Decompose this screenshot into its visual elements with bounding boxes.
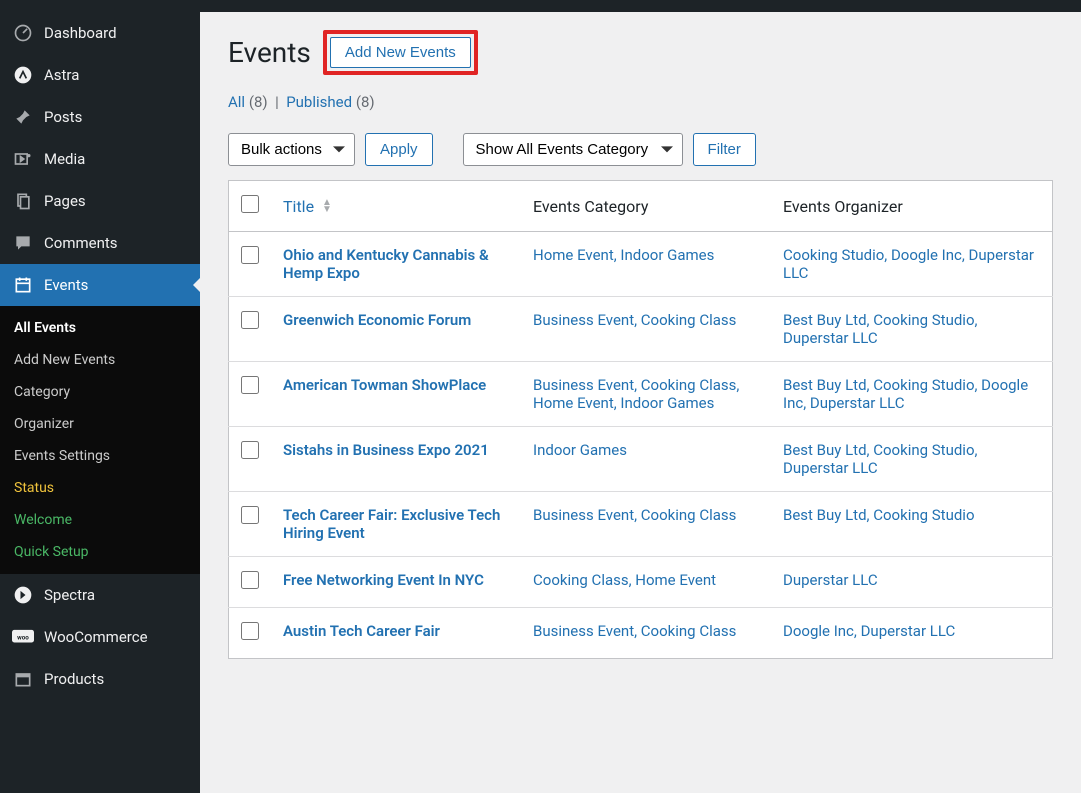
category-filter-select[interactable]: Show All Events Category <box>463 133 683 166</box>
event-organizers[interactable]: Cooking Studio, Doogle Inc, Duperstar LL… <box>783 246 1034 282</box>
event-title-link[interactable]: Austin Tech Career Fair <box>283 622 440 640</box>
sidebar-item-pages[interactable]: Pages <box>0 180 200 222</box>
column-title-sort[interactable]: Title <box>283 197 314 216</box>
view-filters: All (8) | Published (8) <box>228 93 1053 111</box>
event-categories[interactable]: Cooking Class, Home Event <box>533 571 716 589</box>
view-published-count: (8) <box>356 93 375 111</box>
sidebar-item-label: Products <box>44 670 104 688</box>
row-checkbox[interactable] <box>241 441 259 459</box>
events-table: Title ▲▼ Events Category Events Organize… <box>228 180 1053 659</box>
sidebar-item-label: WooCommerce <box>44 628 148 646</box>
table-row: Greenwich Economic Forum Business Event, … <box>229 297 1053 362</box>
highlight-annotation: Add New Events <box>323 30 478 75</box>
table-row: Sistahs in Business Expo 2021 Indoor Game… <box>229 427 1053 492</box>
row-checkbox[interactable] <box>241 622 259 640</box>
event-organizers[interactable]: Best Buy Ltd, Cooking Studio <box>783 506 975 524</box>
sidebar-item-spectra[interactable]: Spectra <box>0 574 200 616</box>
filter-button[interactable]: Filter <box>693 133 756 166</box>
sidebar-item-label: Posts <box>44 108 82 126</box>
add-new-events-button[interactable]: Add New Events <box>330 37 471 68</box>
view-separator: | <box>275 93 279 111</box>
apply-button[interactable]: Apply <box>365 133 433 166</box>
events-submenu: All Events Add New Events Category Organ… <box>0 306 200 574</box>
sidebar-item-label: Media <box>44 150 85 168</box>
event-title-link[interactable]: American Towman ShowPlace <box>283 376 486 394</box>
submenu-item-quick-setup[interactable]: Quick Setup <box>0 536 200 568</box>
submenu-item-events-settings[interactable]: Events Settings <box>0 440 200 472</box>
page-title: Events <box>228 36 311 70</box>
sidebar-item-comments[interactable]: Comments <box>0 222 200 264</box>
view-all-link[interactable]: All <box>228 93 245 111</box>
view-published-link[interactable]: Published <box>286 93 352 111</box>
sidebar-item-label: Dashboard <box>44 24 117 42</box>
sidebar-item-label: Spectra <box>44 586 95 604</box>
products-icon <box>12 668 34 690</box>
row-checkbox[interactable] <box>241 246 259 264</box>
column-organizer: Events Organizer <box>771 181 1053 232</box>
spectra-icon <box>12 584 34 606</box>
main-content: Events Add New Events All (8) | Publishe… <box>200 12 1081 793</box>
admin-sidebar: Dashboard Astra Posts Media Pages <box>0 12 200 793</box>
submenu-item-organizer[interactable]: Organizer <box>0 408 200 440</box>
pin-icon <box>12 106 34 128</box>
astra-icon <box>12 64 34 86</box>
event-categories[interactable]: Business Event, Cooking Class <box>533 311 736 329</box>
row-checkbox[interactable] <box>241 376 259 394</box>
event-title-link[interactable]: Ohio and Kentucky Cannabis & Hemp Expo <box>283 246 489 282</box>
event-organizers[interactable]: Best Buy Ltd, Cooking Studio, Doogle Inc… <box>783 376 1028 412</box>
admin-bar <box>0 0 1081 12</box>
event-categories[interactable]: Business Event, Cooking Class, Home Even… <box>533 376 739 412</box>
woocommerce-icon: woo <box>12 626 34 648</box>
table-row: American Towman ShowPlace Business Event,… <box>229 362 1053 427</box>
table-row: Tech Career Fair: Exclusive Tech Hiring … <box>229 492 1053 557</box>
select-all-checkbox[interactable] <box>241 195 259 213</box>
table-row: Austin Tech Career Fair Business Event, C… <box>229 608 1053 659</box>
event-categories[interactable]: Home Event, Indoor Games <box>533 246 714 264</box>
event-title-link[interactable]: Greenwich Economic Forum <box>283 311 471 329</box>
row-checkbox[interactable] <box>241 311 259 329</box>
sidebar-item-woocommerce[interactable]: woo WooCommerce <box>0 616 200 658</box>
sidebar-item-media[interactable]: Media <box>0 138 200 180</box>
submenu-item-status[interactable]: Status <box>0 472 200 504</box>
sidebar-item-label: Astra <box>44 66 79 84</box>
bulk-actions-select[interactable]: Bulk actions <box>228 133 355 166</box>
svg-text:woo: woo <box>17 633 29 641</box>
event-organizers[interactable]: Best Buy Ltd, Cooking Studio, Duperstar … <box>783 441 977 477</box>
submenu-item-welcome[interactable]: Welcome <box>0 504 200 536</box>
calendar-icon <box>12 274 34 296</box>
event-categories[interactable]: Indoor Games <box>533 441 627 459</box>
submenu-item-add-new-events[interactable]: Add New Events <box>0 344 200 376</box>
table-row: Ohio and Kentucky Cannabis & Hemp Expo Ho… <box>229 232 1053 297</box>
event-title-link[interactable]: Sistahs in Business Expo 2021 <box>283 441 489 459</box>
event-organizers[interactable]: Duperstar LLC <box>783 571 878 589</box>
view-all-count: (8) <box>249 93 268 111</box>
submenu-item-category[interactable]: Category <box>0 376 200 408</box>
submenu-item-all-events[interactable]: All Events <box>0 312 200 344</box>
media-icon <box>12 148 34 170</box>
event-categories[interactable]: Business Event, Cooking Class <box>533 622 736 640</box>
event-title-link[interactable]: Tech Career Fair: Exclusive Tech Hiring … <box>283 506 500 542</box>
event-organizers[interactable]: Doogle Inc, Duperstar LLC <box>783 622 955 640</box>
dashboard-icon <box>12 22 34 44</box>
sidebar-item-posts[interactable]: Posts <box>0 96 200 138</box>
sidebar-item-label: Events <box>44 276 88 294</box>
pages-icon <box>12 190 34 212</box>
event-categories[interactable]: Business Event, Cooking Class <box>533 506 736 524</box>
sidebar-item-label: Comments <box>44 234 118 252</box>
event-organizers[interactable]: Best Buy Ltd, Cooking Studio, Duperstar … <box>783 311 977 347</box>
sidebar-item-events[interactable]: Events <box>0 264 200 306</box>
row-checkbox[interactable] <box>241 506 259 524</box>
sidebar-item-astra[interactable]: Astra <box>0 54 200 96</box>
row-checkbox[interactable] <box>241 571 259 589</box>
event-title-link[interactable]: Free Networking Event In NYC <box>283 571 484 589</box>
sort-icon: ▲▼ <box>322 199 332 213</box>
comment-icon <box>12 232 34 254</box>
sidebar-item-label: Pages <box>44 192 86 210</box>
table-row: Free Networking Event In NYC Cooking Clas… <box>229 557 1053 608</box>
sidebar-item-dashboard[interactable]: Dashboard <box>0 12 200 54</box>
sidebar-item-products[interactable]: Products <box>0 658 200 700</box>
column-category: Events Category <box>521 181 771 232</box>
